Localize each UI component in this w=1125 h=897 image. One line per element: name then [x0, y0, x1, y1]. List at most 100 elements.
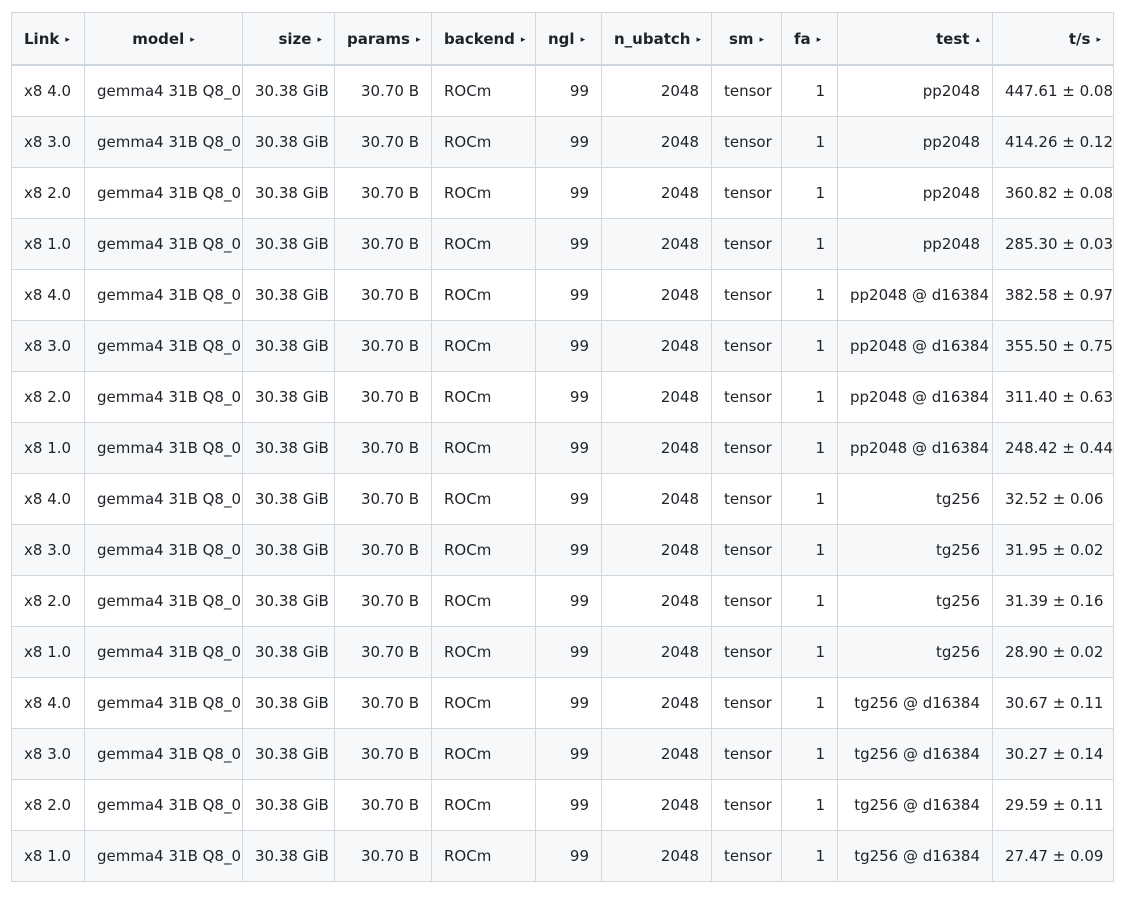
table-row: x8 2.0 gemma4 31B Q8_0 30.38 GiB 30.70 B ROC…	[11, 167, 1114, 219]
cell-ngl: 99	[535, 371, 602, 423]
cell-model: gemma4 31B Q8_0	[84, 677, 243, 729]
cell-n-ubatch: 2048	[601, 371, 712, 423]
column-header-model[interactable]: model ▸	[84, 12, 243, 66]
cell-backend: ROCm	[431, 371, 536, 423]
cell-test: tg256 @ d16384	[837, 728, 993, 780]
table-row: x8 4.0 gemma4 31B Q8_0 30.38 GiB 30.70 B ROC…	[11, 64, 1114, 117]
cell-tokens-per-second: 29.59 ± 0.11	[992, 779, 1114, 831]
column-header-params[interactable]: params ▸	[334, 12, 432, 66]
cell-fa: 1	[781, 422, 838, 474]
cell-test: tg256	[837, 473, 993, 525]
cell-tokens-per-second: 30.27 ± 0.14	[992, 728, 1114, 780]
cell-sm: tensor	[711, 371, 782, 423]
cell-backend: ROCm	[431, 677, 536, 729]
cell-ngl: 99	[535, 575, 602, 627]
cell-sm: tensor	[711, 626, 782, 678]
column-header-link[interactable]: Link ▸	[11, 12, 85, 66]
column-header-label: model	[132, 29, 185, 48]
column-header-test[interactable]: test ▴	[837, 12, 993, 66]
cell-size: 30.38 GiB	[242, 626, 335, 678]
cell-test: pp2048	[837, 167, 993, 219]
column-header-fa[interactable]: fa ▸	[781, 12, 838, 66]
cell-size: 30.38 GiB	[242, 677, 335, 729]
cell-backend: ROCm	[431, 320, 536, 372]
cell-size: 30.38 GiB	[242, 167, 335, 219]
column-header-tokens-per-second[interactable]: t/s ▸	[992, 12, 1114, 66]
cell-params: 30.70 B	[334, 575, 432, 627]
cell-params: 30.70 B	[334, 422, 432, 474]
cell-tokens-per-second: 248.42 ± 0.44	[992, 422, 1114, 474]
cell-sm: tensor	[711, 269, 782, 321]
cell-fa: 1	[781, 779, 838, 831]
cell-link: x8 3.0	[11, 320, 85, 372]
cell-sm: tensor	[711, 167, 782, 219]
sort-ascending-icon: ▴	[975, 34, 980, 45]
cell-n-ubatch: 2048	[601, 830, 712, 882]
column-header-n-ubatch[interactable]: n_ubatch ▸	[601, 12, 712, 66]
cell-size: 30.38 GiB	[242, 779, 335, 831]
cell-ngl: 99	[535, 626, 602, 678]
cell-n-ubatch: 2048	[601, 626, 712, 678]
cell-model: gemma4 31B Q8_0	[84, 830, 243, 882]
header-row: Link ▸ model ▸ size ▸ params ▸ backend ▸ ngl ▸…	[11, 12, 1114, 66]
cell-test: tg256 @ d16384	[837, 830, 993, 882]
cell-test: tg256 @ d16384	[837, 779, 993, 831]
cell-backend: ROCm	[431, 728, 536, 780]
cell-size: 30.38 GiB	[242, 422, 335, 474]
cell-ngl: 99	[535, 524, 602, 576]
column-header-sm[interactable]: sm ▸	[711, 12, 782, 66]
sort-arrow-icon: ▸	[759, 34, 765, 45]
cell-tokens-per-second: 31.39 ± 0.16	[992, 575, 1114, 627]
cell-ngl: 99	[535, 64, 602, 117]
cell-model: gemma4 31B Q8_0	[84, 116, 243, 168]
column-header-backend[interactable]: backend ▸	[431, 12, 536, 66]
sort-arrow-icon: ▸	[1096, 34, 1101, 45]
cell-n-ubatch: 2048	[601, 422, 712, 474]
cell-test: tg256 @ d16384	[837, 677, 993, 729]
cell-size: 30.38 GiB	[242, 524, 335, 576]
cell-link: x8 2.0	[11, 779, 85, 831]
table-row: x8 1.0 gemma4 31B Q8_0 30.38 GiB 30.70 B ROC…	[11, 218, 1114, 270]
cell-fa: 1	[781, 575, 838, 627]
cell-link: x8 1.0	[11, 422, 85, 474]
cell-tokens-per-second: 28.90 ± 0.02	[992, 626, 1114, 678]
cell-params: 30.70 B	[334, 779, 432, 831]
cell-tokens-per-second: 311.40 ± 0.63	[992, 371, 1114, 423]
cell-link: x8 4.0	[11, 473, 85, 525]
cell-size: 30.38 GiB	[242, 371, 335, 423]
cell-n-ubatch: 2048	[601, 524, 712, 576]
cell-ngl: 99	[535, 422, 602, 474]
cell-test: tg256	[837, 524, 993, 576]
cell-size: 30.38 GiB	[242, 320, 335, 372]
cell-sm: tensor	[711, 779, 782, 831]
cell-link: x8 1.0	[11, 626, 85, 678]
cell-ngl: 99	[535, 167, 602, 219]
cell-params: 30.70 B	[334, 728, 432, 780]
cell-params: 30.70 B	[334, 524, 432, 576]
cell-model: gemma4 31B Q8_0	[84, 167, 243, 219]
cell-params: 30.70 B	[334, 116, 432, 168]
cell-params: 30.70 B	[334, 677, 432, 729]
table-body: x8 4.0 gemma4 31B Q8_0 30.38 GiB 30.70 B ROC…	[11, 64, 1114, 882]
column-header-ngl[interactable]: ngl ▸	[535, 12, 602, 66]
cell-sm: tensor	[711, 218, 782, 270]
table-row: x8 1.0 gemma4 31B Q8_0 30.38 GiB 30.70 B ROC…	[11, 422, 1114, 474]
cell-size: 30.38 GiB	[242, 830, 335, 882]
cell-fa: 1	[781, 473, 838, 525]
column-header-size[interactable]: size ▸	[242, 12, 335, 66]
cell-sm: tensor	[711, 575, 782, 627]
cell-sm: tensor	[711, 116, 782, 168]
cell-link: x8 2.0	[11, 167, 85, 219]
cell-params: 30.70 B	[334, 473, 432, 525]
sort-arrow-icon: ▸	[816, 34, 822, 45]
table-row: x8 2.0 gemma4 31B Q8_0 30.38 GiB 30.70 B ROC…	[11, 779, 1114, 831]
cell-sm: tensor	[711, 473, 782, 525]
cell-model: gemma4 31B Q8_0	[84, 64, 243, 117]
cell-model: gemma4 31B Q8_0	[84, 728, 243, 780]
table-row: x8 1.0 gemma4 31B Q8_0 30.38 GiB 30.70 B ROC…	[11, 830, 1114, 882]
cell-backend: ROCm	[431, 473, 536, 525]
cell-link: x8 4.0	[11, 64, 85, 117]
cell-model: gemma4 31B Q8_0	[84, 269, 243, 321]
benchmark-table: Link ▸ model ▸ size ▸ params ▸ backend ▸ ngl ▸…	[11, 12, 1114, 882]
cell-ngl: 99	[535, 779, 602, 831]
